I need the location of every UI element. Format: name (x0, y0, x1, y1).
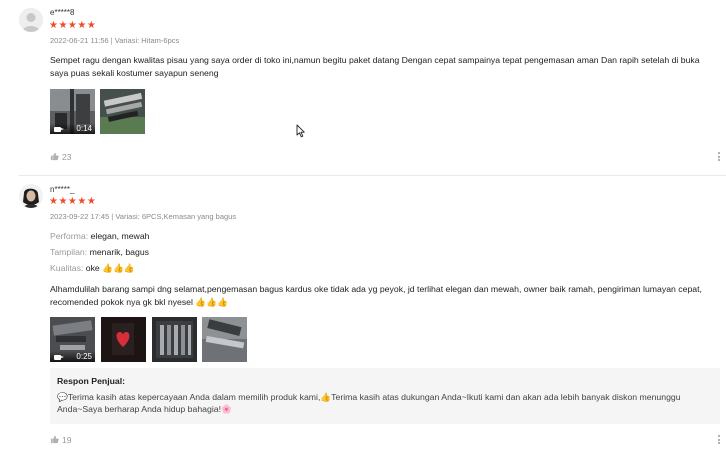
video-duration: 0:14 (76, 124, 92, 133)
star-rating: ★★★★★ (49, 196, 97, 207)
seller-reply: Respon Penjual: 💬Terima kasih atas keper… (50, 368, 720, 424)
video-badge: 0:14 (50, 123, 95, 134)
review-image-thumbnail[interactable] (152, 317, 197, 362)
review-divider (19, 175, 726, 176)
seller-reply-text: 💬Terima kasih atas kepercayaan Anda dala… (57, 392, 681, 414)
review-attribute-tampilan: Tampilan: menarik, bagus (50, 247, 149, 257)
user-avatar[interactable] (19, 184, 43, 208)
review-username: n*****_ (50, 185, 75, 194)
review-meta: 2023-09-22 17:45 | Variasi: 6PCS,Kemasan… (50, 212, 237, 221)
review-text: Sempet ragu dengan kwalitas pisau yang s… (50, 55, 700, 78)
attribute-key: Performa: (50, 231, 89, 241)
video-badge: 0:25 (50, 351, 95, 362)
like-button[interactable]: 23 (50, 152, 71, 162)
video-camera-icon (54, 127, 64, 132)
seller-reply-title: Respon Penjual: (57, 376, 126, 386)
more-options-icon[interactable] (718, 435, 721, 446)
review-meta: 2022-06-21 11:56 | Variasi: Hitam-6pcs (50, 36, 180, 45)
user-photo-avatar-icon (19, 184, 43, 208)
review-image-thumbnail[interactable] (202, 317, 247, 362)
like-count: 23 (62, 152, 72, 162)
review-attribute-performa: Performa: elegan, mewah (50, 231, 149, 241)
attribute-key: Kualitas: (50, 263, 84, 273)
attribute-key: Tampilan: (50, 247, 88, 257)
mouse-cursor-icon (296, 124, 305, 138)
star-rating: ★★★★★ (49, 20, 97, 31)
like-thumb-icon (50, 152, 59, 161)
attribute-value: elegan, mewah (90, 231, 150, 241)
video-camera-icon (54, 355, 64, 360)
user-avatar[interactable] (19, 8, 43, 32)
like-thumb-icon (50, 435, 59, 444)
review-video-thumbnail[interactable]: 0:25 (50, 317, 95, 362)
review-text: Alhamdulilah barang sampi dng selamat,pe… (50, 284, 702, 307)
like-count: 19 (62, 435, 72, 445)
video-duration: 0:25 (76, 352, 92, 361)
review-username: e*****8 (50, 8, 75, 17)
more-options-icon[interactable] (718, 152, 721, 163)
review-image-thumbnail[interactable] (101, 317, 146, 362)
like-button[interactable]: 19 (50, 435, 71, 445)
attribute-value: menarik, bagus (89, 247, 150, 257)
default-avatar-icon (19, 8, 43, 32)
attribute-value: oke 👍👍👍 (85, 263, 135, 273)
review-image-thumbnail[interactable] (100, 89, 145, 134)
review-video-thumbnail[interactable]: 0:14 (50, 89, 95, 134)
review-attribute-kualitas: Kualitas: oke 👍👍👍 (50, 263, 135, 274)
